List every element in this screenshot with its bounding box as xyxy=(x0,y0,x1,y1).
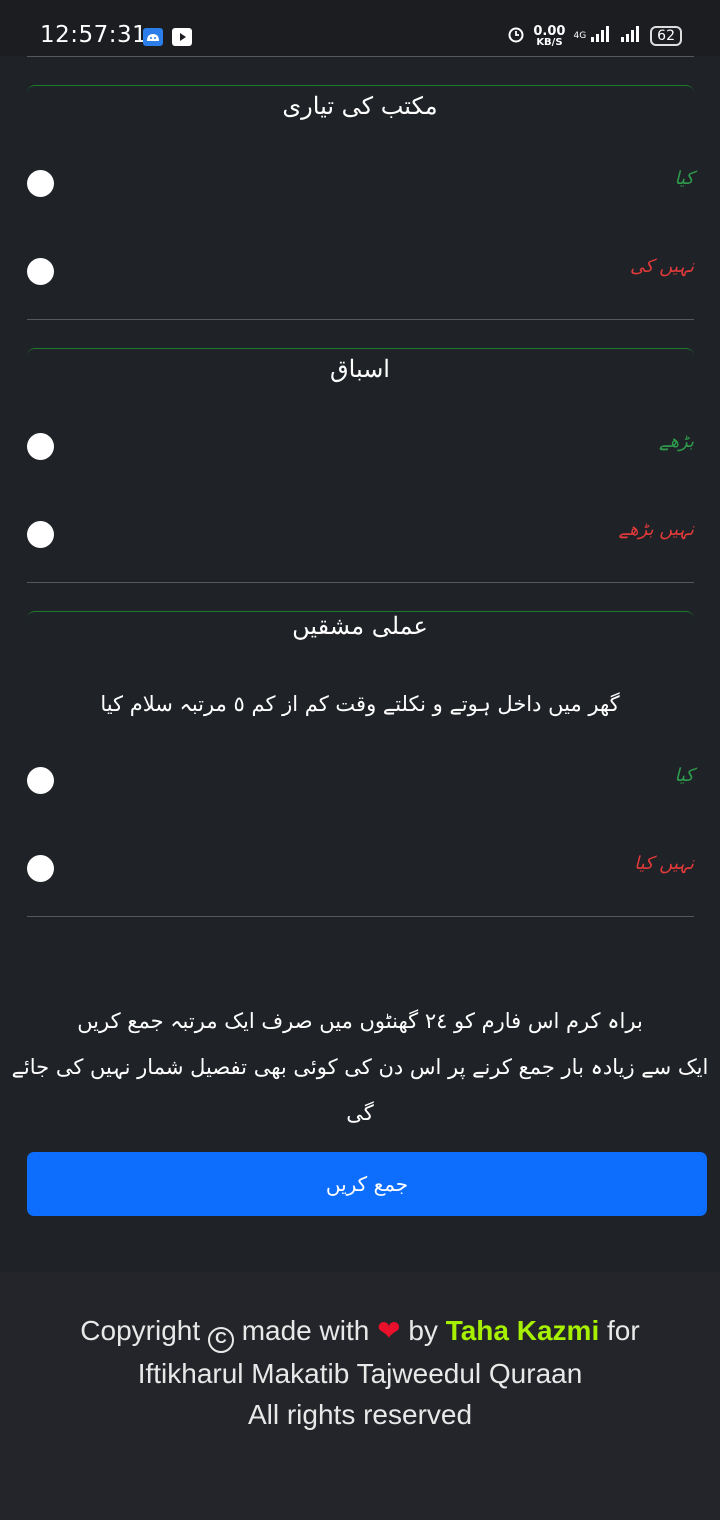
footer: Copyright C made with ❤ by Taha Kazmi fo… xyxy=(0,1272,720,1520)
signal-icon xyxy=(590,25,612,47)
radio-preparation-done[interactable] xyxy=(27,170,54,197)
network-speed: 0.00 KB/S xyxy=(533,23,566,48)
section-divider xyxy=(27,319,694,320)
submit-button[interactable]: جمع کریں xyxy=(27,1152,707,1216)
radio-practice-not-done[interactable] xyxy=(27,855,54,882)
submission-notice: براہ کرم اس فارم کو ٢٤ گھنٹوں میں صرف ای… xyxy=(0,998,720,1136)
copyright-icon: C xyxy=(207,1327,234,1353)
option-label-practice-done[interactable]: کیا xyxy=(675,765,695,786)
section-title-practice: عملی مشقیں xyxy=(292,612,428,640)
copyright-label: Copyright xyxy=(80,1315,201,1346)
heart-icon: ❤ xyxy=(377,1315,401,1346)
radio-lessons-read[interactable] xyxy=(27,433,54,460)
author-name: Taha Kazmi xyxy=(445,1315,600,1346)
footer-text: Copyright C made with ❤ by Taha Kazmi fo… xyxy=(0,1310,720,1435)
footer-line-1: Copyright C made with ❤ by Taha Kazmi fo… xyxy=(0,1310,720,1353)
radio-preparation-not-done[interactable] xyxy=(27,258,54,285)
notice-line-2: ایک سے زیادہ بار جمع کرنے پر اس دن کی کو… xyxy=(11,1055,709,1125)
status-bar: 12:57:31 0.00 KB/S 4G 62 xyxy=(0,0,720,56)
notice-line-1: براہ کرم اس فارم کو ٢٤ گھنٹوں میں صرف ای… xyxy=(77,1009,643,1033)
youtube-notification-icon xyxy=(172,28,192,46)
practice-question: گھر میں داخل ہوتے و نکلتے وقت کم از کم ٥… xyxy=(100,692,620,716)
android-notification-icon xyxy=(143,28,163,46)
section-title-lessons: اسباق xyxy=(330,355,390,383)
signal-icon-2 xyxy=(620,25,642,47)
option-label-lessons-read[interactable]: بڑھے xyxy=(659,431,694,452)
option-label-lessons-not-read[interactable]: نہیں بڑھے xyxy=(619,519,694,540)
option-label-preparation-not-done[interactable]: نہیں کی xyxy=(630,256,694,277)
option-label-preparation-done[interactable]: کیا xyxy=(675,168,695,189)
status-indicators: 0.00 KB/S 4G 62 xyxy=(507,24,682,48)
alarm-icon xyxy=(507,25,525,47)
organization-name: Iftikharul Makatib Tajweedul Quraan xyxy=(137,1358,583,1389)
section-divider xyxy=(27,916,694,917)
option-label-practice-not-done[interactable]: نہیں کیا xyxy=(634,853,694,874)
made-with-label: made with xyxy=(241,1315,370,1346)
section-divider xyxy=(27,582,694,583)
status-time: 12:57:31 xyxy=(40,22,148,48)
radio-lessons-not-read[interactable] xyxy=(27,521,54,548)
top-divider xyxy=(27,56,694,57)
battery-indicator: 62 xyxy=(650,26,682,46)
network-type: 4G xyxy=(573,31,587,41)
section-title-preparation: مکتب کی تیاری xyxy=(282,92,438,120)
for-label: for xyxy=(607,1315,640,1346)
radio-practice-done[interactable] xyxy=(27,767,54,794)
by-label: by xyxy=(408,1315,438,1346)
rights-text: All rights reserved xyxy=(247,1399,473,1430)
